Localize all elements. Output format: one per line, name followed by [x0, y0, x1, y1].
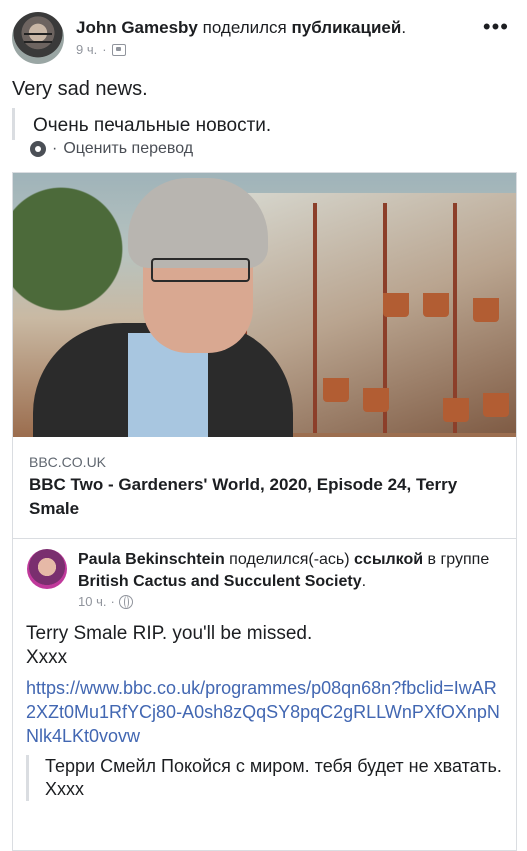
more-options-icon[interactable]: ••• — [483, 16, 509, 38]
meta-separator: · — [102, 42, 107, 57]
group-name-link[interactable]: British Cactus and Succulent Society — [78, 573, 362, 590]
shared-verb: поделился(-ась) — [229, 551, 350, 568]
post-meta: 9 ч. · — [76, 42, 126, 57]
shared-post-translation: Терри Смейл Покойся с миром. тебя будет … — [26, 755, 523, 801]
shared-post-meta: 10 ч. · — [78, 594, 133, 609]
shared-author-avatar[interactable] — [27, 549, 67, 589]
share-verb: поделился — [202, 18, 287, 37]
shared-post-link[interactable]: https://www.bbc.co.uk/programmes/p08qn68… — [26, 676, 506, 748]
gear-icon — [30, 141, 46, 157]
shared-link-word[interactable]: ссылкой — [354, 551, 423, 568]
translation-text: Очень печальные новости. — [33, 115, 272, 136]
headline-period: . — [401, 18, 407, 37]
link-card-image[interactable] — [13, 173, 516, 437]
author-name[interactable]: John Gamesby — [76, 18, 198, 37]
translation-block: Очень печальные новости. — [12, 108, 527, 140]
author-avatar[interactable] — [12, 12, 64, 64]
rate-translation-link[interactable]: Оценить перевод — [63, 140, 193, 158]
post-headline: John Gamesby поделился публикацией. — [76, 18, 406, 38]
link-title[interactable]: BBC Two - Gardeners' World, 2020, Episod… — [29, 473, 489, 521]
shared-post-text: Terry Smale RIP. you'll be missed. Xxxx — [26, 623, 313, 668]
rate-separator: · — [52, 140, 58, 157]
post-text: Very sad news. — [12, 78, 148, 100]
post-header: John Gamesby поделился публикацией. 9 ч.… — [0, 0, 527, 72]
rate-translation[interactable]: · Оценить перевод — [30, 140, 193, 158]
shared-headline-period: . — [361, 573, 367, 590]
shared-post-time[interactable]: 10 ч. — [78, 594, 106, 609]
man-portrait — [33, 173, 293, 437]
post-time[interactable]: 9 ч. — [76, 42, 97, 57]
shared-meta-separator: · — [110, 594, 115, 609]
audience-icon[interactable] — [111, 43, 126, 56]
shared-author-name[interactable]: Paula Bekinschtein — [78, 551, 225, 568]
shared-post-headline: Paula Bekinschtein поделился(-ась) ссылк… — [78, 549, 498, 593]
shared-object-link[interactable]: публикацией — [291, 18, 401, 37]
shared-post: Paula Bekinschtein поделился(-ась) ссылк… — [12, 537, 517, 851]
in-group-text: в группе — [427, 551, 490, 568]
link-domain: BBC.CO.UK — [29, 454, 107, 470]
globe-icon[interactable] — [118, 594, 133, 609]
link-card[interactable]: BBC.CO.UK BBC Two - Gardeners' World, 20… — [12, 172, 517, 539]
